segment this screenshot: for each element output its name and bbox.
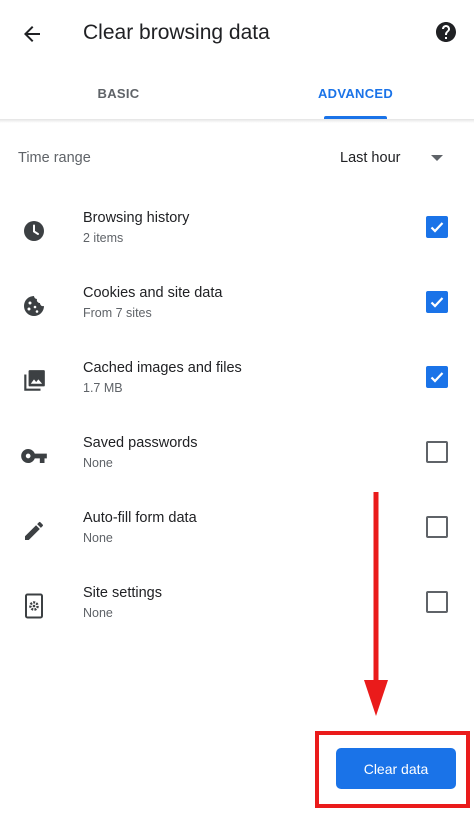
item-subtitle: 2 items — [83, 231, 124, 245]
saved-passwords-checkbox[interactable] — [426, 441, 448, 463]
autofill-checkbox[interactable] — [426, 516, 448, 538]
time-range-label: Time range — [18, 150, 91, 166]
site-settings-checkbox[interactable] — [426, 591, 448, 613]
time-range-value: Last hour — [340, 150, 401, 166]
pencil-icon — [20, 517, 48, 545]
page-title: Clear browsing data — [83, 21, 270, 44]
item-title: Browsing history — [83, 210, 190, 226]
check-icon — [430, 372, 444, 383]
arrow-back-icon — [24, 26, 40, 42]
back-button[interactable] — [12, 14, 52, 54]
item-title: Cookies and site data — [83, 285, 223, 301]
help-circle-icon — [436, 22, 456, 42]
item-subtitle: 1.7 MB — [83, 381, 123, 395]
app-bar: Clear browsing data — [0, 0, 474, 66]
site-settings-icon — [20, 592, 48, 620]
list-item-cookies[interactable]: Cookies and site data From 7 sites — [0, 276, 474, 351]
image-icon — [20, 367, 48, 395]
check-icon — [430, 297, 444, 308]
tabs-divider — [0, 119, 474, 123]
list-item-saved-passwords[interactable]: Saved passwords None — [0, 426, 474, 501]
dropdown-arrow-icon — [431, 155, 443, 161]
clock-icon — [20, 217, 48, 245]
list-item-browsing-history[interactable]: Browsing history 2 items — [0, 201, 474, 276]
item-subtitle: From 7 sites — [83, 306, 152, 320]
help-button[interactable] — [430, 16, 462, 48]
tab-advanced[interactable]: ADVANCED — [237, 66, 474, 120]
cookies-checkbox[interactable] — [426, 291, 448, 313]
tab-basic[interactable]: BASIC — [0, 66, 237, 120]
item-subtitle: None — [83, 531, 113, 545]
item-title: Site settings — [83, 585, 162, 601]
item-subtitle: None — [83, 606, 113, 620]
list-item-autofill[interactable]: Auto-fill form data None — [0, 501, 474, 576]
item-title: Saved passwords — [83, 435, 198, 451]
annotation-arrow — [364, 492, 388, 716]
annotation-highlight-box — [315, 731, 470, 808]
list-item-site-settings[interactable]: Site settings None — [0, 576, 474, 651]
cached-images-checkbox[interactable] — [426, 366, 448, 388]
list-item-cached-images[interactable]: Cached images and files 1.7 MB — [0, 351, 474, 426]
check-icon — [430, 222, 444, 233]
item-subtitle: None — [83, 456, 113, 470]
time-range-row: Time range Last hour — [0, 134, 474, 182]
item-title: Auto-fill form data — [83, 510, 197, 526]
cookie-icon — [20, 292, 48, 320]
time-range-dropdown[interactable]: Last hour — [320, 142, 460, 174]
tab-bar: BASIC ADVANCED — [0, 66, 474, 120]
browsing-history-checkbox[interactable] — [426, 216, 448, 238]
item-title: Cached images and files — [83, 360, 242, 376]
key-icon — [20, 442, 48, 470]
